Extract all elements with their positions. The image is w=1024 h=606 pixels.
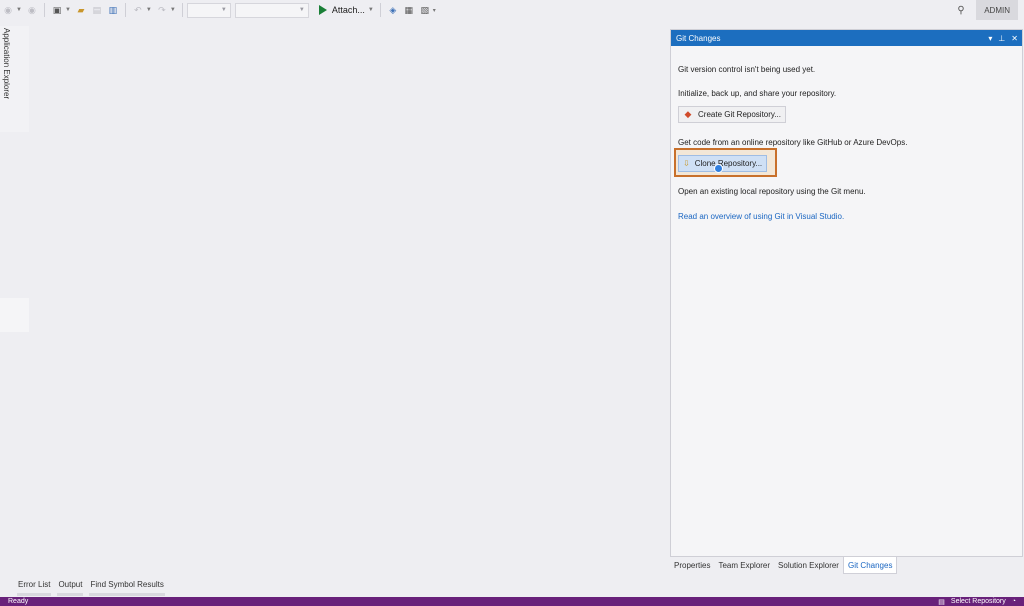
save-icon[interactable]: ▤ [90, 3, 104, 17]
status-bar: Ready ▤ Select Repository ◔ [0, 597, 1024, 606]
right-tool-tabs: Properties Team Explorer Solution Explor… [670, 557, 898, 574]
git-icon: ◆ [684, 109, 692, 119]
new-dropdown-icon[interactable]: ▼ [65, 7, 71, 13]
toolbar-overflow-icon[interactable]: ▾ [433, 7, 436, 14]
clone-icon: ⇩ [683, 159, 690, 168]
play-icon [318, 5, 327, 15]
left-panel-stub [0, 298, 29, 332]
git-changes-title: Git Changes [676, 33, 721, 43]
configuration-combo[interactable]: ▼ [186, 2, 231, 18]
application-explorer-label: Application Explorer [2, 28, 11, 100]
select-repository[interactable]: Select Repository [951, 598, 1006, 605]
back-icon[interactable]: ◉ [1, 3, 15, 17]
tab-properties[interactable]: Properties [670, 557, 714, 574]
tab-team-explorer[interactable]: Team Explorer [714, 557, 774, 574]
undo-icon[interactable]: ↶ [131, 3, 145, 17]
new-project-icon[interactable]: ▣ [50, 3, 64, 17]
open-existing-text: Open an existing local repository using … [678, 187, 866, 196]
toolbar: ◉ ▼ ◉ ▣ ▼ ▰ ▤ ▥ ↶ ▼ ↷ ▼ ▼ ▼ Attach... ▼ … [0, 0, 1024, 20]
status-ready: Ready [8, 598, 29, 605]
not-used-text: Git version control isn't being used yet… [678, 65, 816, 74]
attach-dropdown-icon[interactable]: ▼ [368, 7, 374, 13]
redo-dropdown-icon[interactable]: ▼ [170, 7, 176, 13]
toolbar-separator [379, 3, 381, 17]
back-dropdown-icon[interactable]: ▼ [16, 7, 22, 13]
attach-button[interactable]: Attach... ▼ [318, 5, 376, 15]
browser-link-icon[interactable]: ◈ [386, 3, 400, 17]
pin-icon[interactable]: ⊥ [998, 34, 1005, 43]
online-text: Get code from an online repository like … [678, 138, 908, 147]
tab-git-changes[interactable]: Git Changes [842, 557, 898, 574]
bottom-tool-tabs: Error List Output Find Symbol Results [14, 576, 168, 596]
repository-icon: ▤ [938, 598, 945, 606]
forward-icon[interactable]: ◉ [25, 3, 39, 17]
toolbar-separator [124, 3, 126, 17]
mouse-cursor-icon [714, 164, 723, 173]
close-icon[interactable]: ✕ [1011, 34, 1018, 43]
clone-button-label: Clone Repository... [694, 159, 763, 168]
tab-output[interactable]: Output [54, 576, 86, 596]
create-button-label: Create Git Repository... [698, 110, 781, 119]
platform-combo[interactable]: ▼ [234, 2, 309, 18]
window-icon[interactable]: ▦ [402, 3, 416, 17]
overview-link[interactable]: Read an overview of using Git in Visual … [678, 212, 844, 221]
attach-label: Attach... [331, 5, 365, 15]
tab-find-symbol-results[interactable]: Find Symbol Results [86, 576, 167, 596]
save-all-icon[interactable]: ▥ [106, 3, 120, 17]
layout-icon[interactable]: ▧ [418, 3, 432, 17]
toolbar-separator [181, 3, 183, 17]
notification-icon[interactable]: ◔ [1012, 598, 1016, 605]
panel-menu-icon[interactable]: ▾ [988, 34, 992, 43]
init-text: Initialize, back up, and share your repo… [678, 89, 837, 98]
tab-error-list[interactable]: Error List [14, 576, 54, 596]
toolbar-separator [43, 3, 45, 17]
git-changes-panel: Git Changes ▾ ⊥ ✕ Git version control is… [670, 29, 1023, 557]
tab-solution-explorer[interactable]: Solution Explorer [774, 557, 843, 574]
admin-badge[interactable]: ADMIN [976, 0, 1018, 20]
create-git-repository-button[interactable]: ◆ Create Git Repository... [678, 106, 786, 123]
redo-icon[interactable]: ↷ [155, 3, 169, 17]
open-folder-icon[interactable]: ▰ [74, 3, 88, 17]
git-changes-header: Git Changes ▾ ⊥ ✕ [671, 30, 1022, 46]
undo-dropdown-icon[interactable]: ▼ [146, 7, 152, 13]
feedback-icon[interactable]: ⚲ [954, 3, 968, 17]
